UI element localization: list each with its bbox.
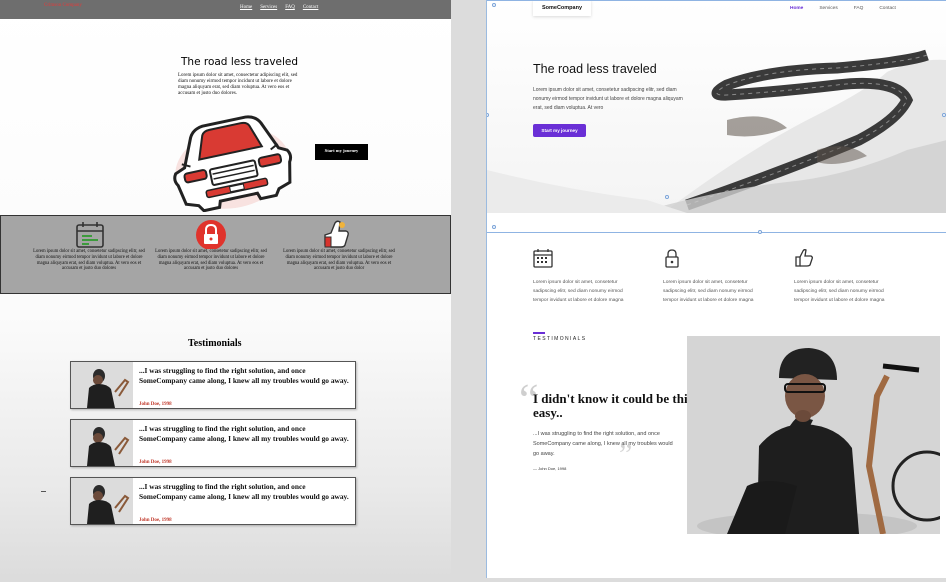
right-nav-contact[interactable]: Contact [879,6,896,11]
hero-section[interactable]: SomeCompany Home Services FAQ Contact Th… [487,0,946,213]
calendar-icon [76,222,104,248]
left-nav-home[interactable]: Home [240,5,252,10]
left-testimonial-author: John Doe, 1998 [139,460,172,465]
car-illustration [173,115,293,212]
left-testimonial-author: John Doe, 1998 [139,402,172,407]
right-design-pane: SomeCompany Home Services FAQ Contact Th… [486,0,946,578]
right-feature-1-text: Lorem ipsum dolor sit amet, consetetur s… [533,280,624,303]
testimonial-photo [71,362,133,408]
resize-handle[interactable] [492,3,496,7]
selection-frame-bottom [487,232,946,233]
left-brand-logo[interactable]: Crimson Company [44,3,82,8]
left-testimonials-title: Testimonials [188,338,242,349]
left-feature-1-text: Lorem ipsum dolor sit amet, consetetur s… [33,249,145,272]
thumbs-up-icon [795,249,813,267]
lock-icon [665,249,679,268]
right-nav-faq[interactable]: FAQ [854,6,864,11]
right-nav-home[interactable]: Home [790,6,803,11]
testimonial-photo [71,478,133,524]
left-testimonial-card: ...I was struggling to find the right so… [70,477,356,525]
left-hero-title: The road less traveled [181,56,299,68]
resize-handle[interactable] [942,113,946,117]
left-hero-paragraph: Lorem ipsum dolor sit amet, consectetur … [178,73,298,96]
right-testimonials-label: TESTIMONIALS [533,336,587,342]
right-feature-3: Lorem ipsum dolor sit amet, consetetur s… [794,248,894,305]
left-nav-contact[interactable]: Contact [303,5,319,10]
right-testimonial-author: — John Doe, 1998 [533,466,567,471]
left-testimonial-quote: ...I was struggling to find the right so… [139,366,349,385]
left-testimonial-quote: ...I was struggling to find the right so… [139,482,349,501]
testimonial-person-photo [687,336,940,534]
left-start-journey-button[interactable]: Start my journey [315,144,368,160]
left-testimonial-author: John Doe, 1998 [139,518,172,523]
right-brand-logo[interactable]: SomeCompany [533,0,591,16]
left-nav-links: Home Services FAQ Contact [240,5,318,10]
right-testimonial-quote: ...I was struggling to find the right so… [533,431,673,457]
testimonials-accent-bar [533,332,545,334]
stray-dash [41,491,46,492]
left-nav-faq[interactable]: FAQ [285,5,295,10]
testimonial-photo [71,420,133,466]
right-feature-2-text: Lorem ipsum dolor sit amet, consetetur s… [663,280,754,303]
right-start-journey-button[interactable]: Start my journey [533,124,586,137]
resize-handle[interactable] [492,225,496,229]
left-preview-pane: Crimson Company Home Services FAQ Contac… [0,0,451,578]
right-hero-title: The road less traveled [533,62,657,76]
right-hero-paragraph: Lorem ipsum dolor sit amet, consetetur s… [533,87,683,111]
resize-handle[interactable] [665,195,669,199]
thumbs-up-icon [324,220,349,248]
right-feature-2: Lorem ipsum dolor sit amet, consetetur s… [663,248,763,305]
left-feature-band: Lorem ipsum dolor sit amet, consetetur s… [0,215,451,294]
left-navbar: Crimson Company Home Services FAQ Contac… [0,0,451,19]
left-testimonial-quote: ...I was struggling to find the right so… [139,424,349,443]
left-nav-services[interactable]: Services [260,5,277,10]
right-feature-1: Lorem ipsum dolor sit amet, consetetur s… [533,248,633,305]
left-feature-2-text: Lorem ipsum dolor sit amet, consetetur s… [155,249,267,272]
resize-handle[interactable] [758,230,762,234]
right-nav-services[interactable]: Services [819,6,837,11]
selection-frame-top [487,0,946,1]
left-testimonial-card: ...I was struggling to find the right so… [70,361,356,409]
lock-icon [196,220,226,249]
left-feature-3-text: Lorem ipsum dolor sit amet, consetetur s… [283,249,395,272]
right-nav-links: Home Services FAQ Contact [790,6,896,11]
right-feature-3-text: Lorem ipsum dolor sit amet, consetetur s… [794,280,885,303]
left-testimonial-card: ...I was struggling to find the right so… [70,419,356,467]
calendar-icon [533,249,553,268]
editor-screen: Crimson Company Home Services FAQ Contac… [0,0,946,582]
